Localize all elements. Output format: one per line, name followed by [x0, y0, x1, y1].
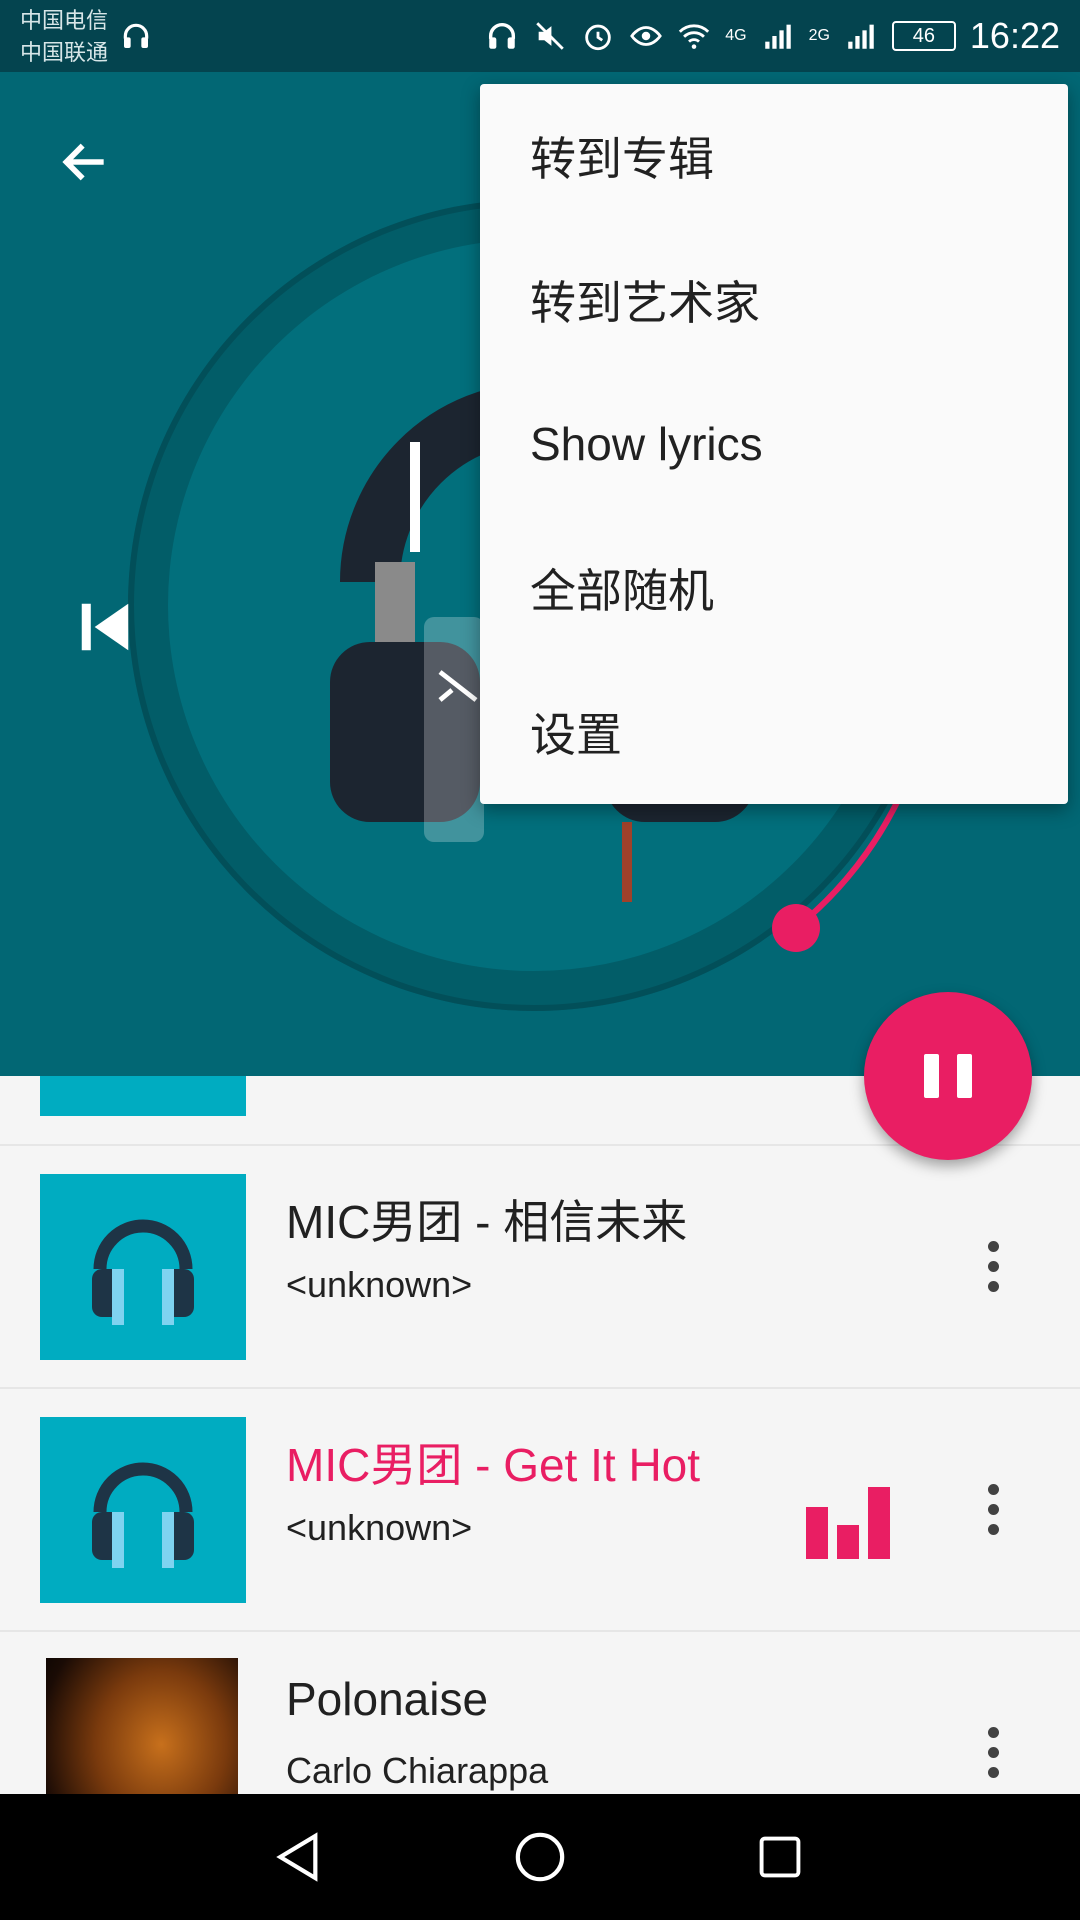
headphones-icon	[92, 1219, 194, 1325]
more-options-button[interactable]	[960, 1469, 1026, 1549]
more-options-button[interactable]	[960, 1226, 1026, 1306]
album-thumbnail	[46, 1658, 238, 1794]
overflow-menu: 转到专辑 转到艺术家 Show lyrics 全部随机 设置	[480, 84, 1068, 804]
album-thumbnail	[40, 1076, 246, 1116]
nav-back-icon	[276, 1832, 318, 1882]
battery-indicator: 46	[891, 21, 956, 51]
menu-item-go-to-album[interactable]: 转到专辑	[480, 84, 1068, 228]
carrier-1: 中国电信	[20, 8, 109, 33]
skip-previous-icon	[81, 603, 129, 651]
nav-back-button[interactable]	[264, 1822, 334, 1892]
nav-recents-icon	[759, 1836, 801, 1878]
menu-item-show-lyrics[interactable]: Show lyrics	[480, 372, 1068, 516]
pause-icon	[957, 1054, 972, 1098]
back-button[interactable]	[40, 117, 130, 207]
pause-button[interactable]	[864, 992, 1032, 1160]
signal-icon	[764, 24, 791, 49]
previous-button[interactable]	[55, 572, 155, 682]
navigation-bar	[0, 1794, 1080, 1920]
album-thumbnail	[40, 1174, 246, 1360]
menu-item-settings[interactable]: 设置	[480, 660, 1068, 804]
carrier-2: 中国联通	[20, 40, 109, 65]
headset-icon	[489, 23, 516, 49]
song-artist: <unknown>	[286, 1507, 473, 1548]
song-title: Polonaise	[286, 1673, 489, 1725]
song-title: MIC男团 - Get It Hot	[286, 1439, 701, 1491]
album-thumbnail	[40, 1417, 246, 1603]
menu-item-shuffle-all[interactable]: 全部随机	[480, 516, 1068, 660]
arrow-left-icon	[62, 143, 104, 181]
song-artist: Carlo Chiarappa	[286, 1750, 549, 1791]
headset-icon	[123, 23, 149, 48]
signal-icon	[848, 24, 874, 49]
shuffle-overlay	[424, 617, 484, 842]
status-icons: 4G 2G 46 16:22	[485, 8, 1060, 64]
nav-home-button[interactable]	[505, 1822, 575, 1892]
network-1-label: 4G	[725, 27, 747, 44]
wifi-icon	[679, 24, 710, 49]
list-item[interactable]: MIC男团 - 相信未来 <unknown>	[0, 1144, 1080, 1386]
clock: 16:22	[969, 15, 1060, 56]
network-2-label: 2G	[808, 27, 830, 44]
nav-home-icon	[515, 1832, 565, 1882]
mute-icon	[536, 22, 564, 50]
more-options-button[interactable]	[960, 1712, 1026, 1792]
list-item[interactable]: MIC男团 - Get It Hot <unknown>	[0, 1387, 1080, 1629]
seek-knob[interactable]	[772, 904, 820, 952]
equalizer-icon	[806, 1487, 890, 1559]
menu-item-go-to-artist[interactable]: 转到艺术家	[480, 228, 1068, 372]
eye-icon	[630, 26, 663, 46]
alarm-icon	[585, 24, 611, 51]
nav-recents-button[interactable]	[745, 1822, 815, 1892]
pause-icon	[924, 1054, 939, 1098]
list-item[interactable]: Polonaise Carlo Chiarappa	[0, 1630, 1080, 1794]
status-bar: 中国电信 中国联通 4G 2G 46 16:22	[0, 0, 1080, 72]
song-title: MIC男团 - 相信未来	[286, 1196, 688, 1248]
playlist: MIC男团 - 相信未来 <unknown> MIC男团 - Get It Ho…	[0, 1076, 1080, 1794]
song-artist: <unknown>	[286, 1264, 473, 1305]
headphones-icon	[92, 1462, 194, 1568]
shuffle-icon	[438, 670, 478, 702]
